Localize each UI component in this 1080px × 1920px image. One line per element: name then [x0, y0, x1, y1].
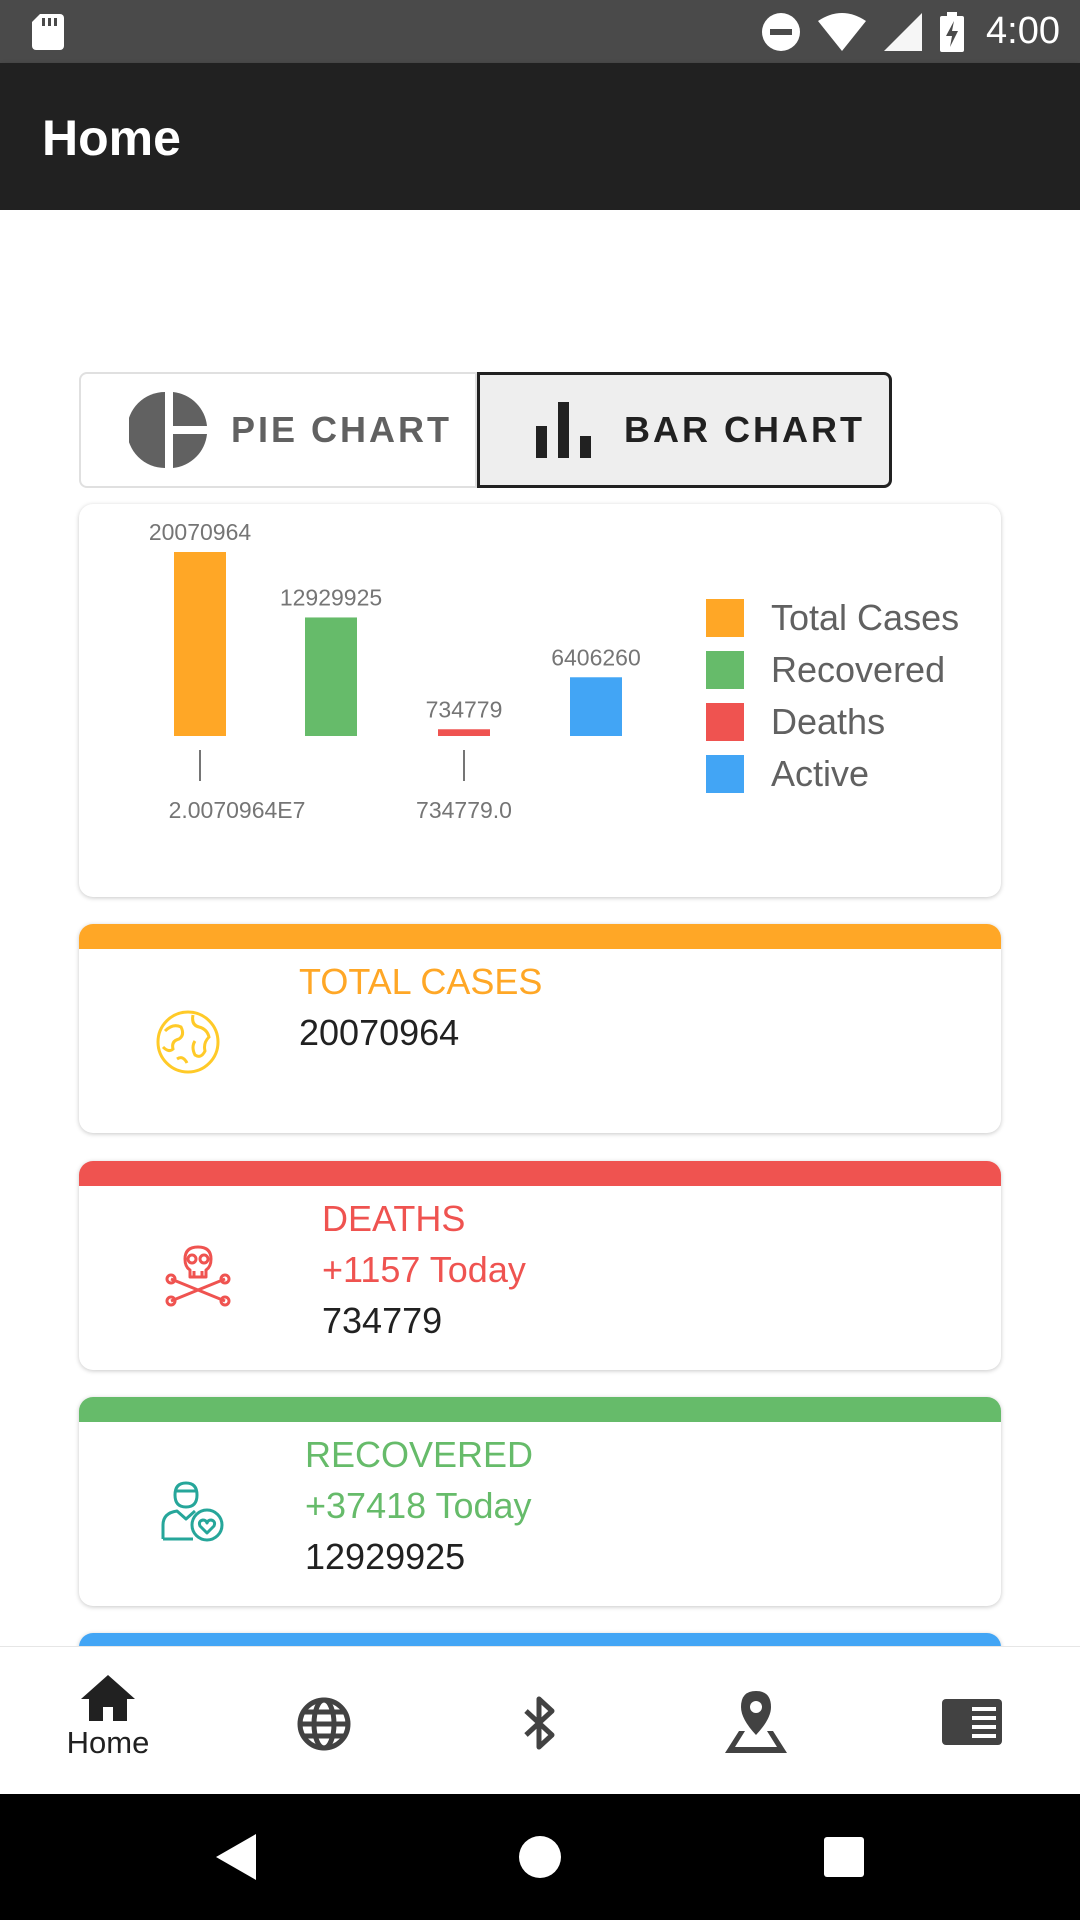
card-stripe: [79, 1633, 1001, 1646]
x-tick-label: 734779.0: [416, 797, 512, 823]
globe-icon: [156, 1010, 220, 1074]
recents-icon: [824, 1837, 864, 1877]
status-bar: 4:00: [0, 0, 1080, 63]
system-navigation-bar: [0, 1794, 1080, 1920]
bluetooth-icon: [524, 1696, 555, 1750]
legend-label-recovered: Recovered: [771, 649, 946, 690]
total-cases-title: TOTAL CASES: [299, 961, 543, 1002]
active-card[interactable]: [79, 1633, 1001, 1646]
deaths-text: DEATHS +1157 Today 734779: [322, 1193, 526, 1346]
total-cases-card[interactable]: TOTAL CASES 20070964: [79, 924, 1001, 1133]
deaths-today: +1157 Today: [322, 1249, 526, 1290]
legend-swatch-recovered: [706, 651, 744, 689]
recovered-person-icon: [161, 1481, 224, 1542]
bar-chart-icon: [536, 402, 591, 458]
legend-item-deaths: Deaths: [706, 696, 959, 748]
legend-item-recovered: Recovered: [706, 644, 959, 696]
bar-active: [570, 677, 622, 736]
clock: 4:00: [986, 10, 1060, 52]
legend-swatch-deaths: [706, 703, 744, 741]
recovered-title: RECOVERED: [305, 1434, 534, 1475]
home-circle-icon: [519, 1836, 561, 1878]
bar-deaths: [438, 729, 490, 736]
nav-item-world[interactable]: [216, 1647, 432, 1795]
bottom-navigation: Home: [0, 1646, 1080, 1794]
battery-charging-icon: [940, 11, 965, 52]
recovered-today: +37418 Today: [305, 1485, 532, 1526]
deaths-title: DEATHS: [322, 1198, 466, 1239]
x-tick-label: 2.0070964E7: [169, 797, 306, 823]
globe-icon: [297, 1697, 351, 1751]
recovered-text: RECOVERED +37418 Today 12929925: [305, 1429, 533, 1582]
back-button[interactable]: [156, 1794, 316, 1920]
home-icon: [81, 1675, 135, 1721]
recents-button[interactable]: [764, 1794, 924, 1920]
main-content[interactable]: PIE CHART BAR CHART 20070964 12929925 7347…: [0, 210, 1080, 1646]
deaths-value: 734779: [322, 1300, 443, 1341]
value-label-deaths: 734779: [426, 696, 503, 722]
back-icon: [216, 1834, 256, 1880]
system-home-button[interactable]: [460, 1794, 620, 1920]
bar-total-cases: [174, 552, 226, 736]
legend-label-active: Active: [771, 753, 870, 794]
card-stripe: [79, 924, 1001, 949]
legend-label-deaths: Deaths: [771, 701, 886, 742]
app-bar: Home: [0, 63, 1080, 210]
nav-item-news[interactable]: [864, 1647, 1080, 1795]
value-label-total-cases: 20070964: [149, 519, 252, 545]
chart-legend: Total Cases Recovered Deaths Active: [706, 592, 959, 800]
nav-label-home: Home: [66, 1725, 150, 1760]
recovered-card[interactable]: RECOVERED +37418 Today 12929925: [79, 1397, 1001, 1606]
card-stripe: [79, 1161, 1001, 1186]
card-stripe: [79, 1397, 1001, 1422]
pie-chart-icon: [129, 392, 207, 468]
page-title: Home: [42, 110, 181, 166]
do-not-disturb-icon: [762, 12, 801, 51]
total-cases-text: TOTAL CASES 20070964: [299, 956, 542, 1058]
map-pin-icon: [725, 1691, 787, 1753]
pie-chart-label: PIE CHART: [231, 409, 453, 450]
pie-chart-button[interactable]: PIE CHART: [79, 372, 477, 488]
chart-type-toggle: PIE CHART BAR CHART: [79, 372, 892, 488]
legend-swatch-active: [706, 755, 744, 793]
nav-item-home[interactable]: Home: [0, 1647, 216, 1795]
legend-label-total-cases: Total Cases: [771, 597, 960, 638]
news-icon: [942, 1699, 1002, 1745]
value-label-recovered: 12929925: [280, 584, 382, 610]
bar-chart-card: 20070964 12929925 734779 6406260 2.0070964E7…: [79, 504, 1001, 897]
total-cases-value: 20070964: [299, 1012, 460, 1053]
nav-item-map[interactable]: [648, 1647, 864, 1795]
legend-item-total-cases: Total Cases: [706, 592, 959, 644]
signal-icon: [884, 12, 923, 51]
value-label-active: 6406260: [551, 644, 641, 670]
bar-recovered: [305, 617, 357, 736]
bar-chart-button[interactable]: BAR CHART: [477, 372, 892, 488]
legend-item-active: Active: [706, 748, 959, 800]
skull-icon: [165, 1245, 231, 1307]
sd-card-icon: [32, 14, 64, 50]
wifi-icon: [818, 12, 867, 51]
legend-swatch-total-cases: [706, 599, 744, 637]
deaths-card[interactable]: DEATHS +1157 Today 734779: [79, 1161, 1001, 1370]
nav-item-bluetooth[interactable]: [432, 1647, 648, 1795]
recovered-value: 12929925: [305, 1536, 466, 1577]
bar-chart-label: BAR CHART: [624, 409, 865, 450]
